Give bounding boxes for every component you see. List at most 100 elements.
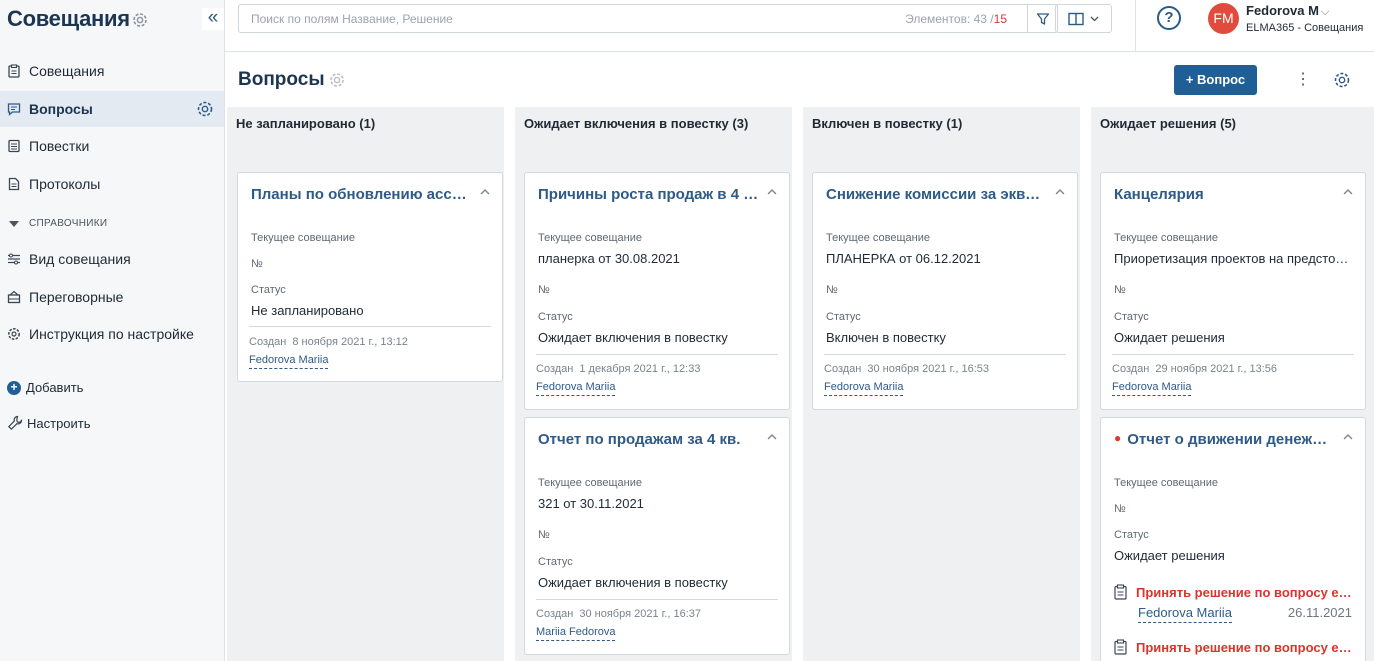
meeting-value[interactable]: 321 от 30.11.2021 <box>538 496 774 511</box>
chevron-up-icon[interactable] <box>1342 431 1354 443</box>
chevron-down-icon <box>1090 16 1099 21</box>
configure-label: Настроить <box>27 415 91 431</box>
section-references[interactable]: СПРАВОЧНИКИ <box>9 218 107 229</box>
card-title[interactable]: Снижение комиссии за эквайринг <box>826 186 1048 203</box>
element-count: Элементов: 43 /15 <box>905 12 1007 26</box>
filter-icon <box>1036 12 1049 25</box>
created-info: Создан 30 ноября 2021 г., 16:53 <box>824 363 989 375</box>
sidebar-item-meetings[interactable]: Совещания <box>0 53 224 89</box>
sidebar-item-label: Инструкция по настройке <box>29 326 194 342</box>
avatar[interactable]: FM <box>1208 3 1239 34</box>
sidebar-item-agendas[interactable]: Повестки <box>0 128 224 164</box>
chevron-up-icon[interactable] <box>479 186 491 198</box>
field-label: Статус <box>538 556 573 568</box>
created-info: Создан 29 ноября 2021 г., 13:56 <box>1112 363 1277 375</box>
gear-icon[interactable] <box>328 71 346 89</box>
task-clipboard-icon <box>1114 584 1127 600</box>
column-header: Включен в повестку (1) <box>812 116 963 131</box>
chevron-up-icon[interactable] <box>1342 186 1354 198</box>
task-title[interactable]: Принять решение по вопросу еще раз <box>1136 585 1354 600</box>
task-item[interactable]: Принять решение по вопросу еще раз <box>1114 584 1354 600</box>
sidebar-item-meeting-rooms[interactable]: Переговорные <box>0 279 224 315</box>
chevron-down-icon: ⌵ <box>1320 6 1330 18</box>
author-link[interactable]: Mariia Fedorova <box>536 626 616 641</box>
task-item[interactable]: Принять решение по вопросу еще раз <box>1114 639 1354 655</box>
meeting-value[interactable]: ПЛАНЕРКА от 06.12.2021 <box>826 251 1062 266</box>
question-card[interactable]: Канцелярия Текущее совещание Приоретизац… <box>1100 172 1366 410</box>
task-date: 26.11.2021 <box>1287 605 1352 620</box>
add-section-button[interactable]: + Добавить <box>7 380 83 395</box>
filter-button[interactable] <box>1027 4 1057 33</box>
created-info: Создан 30 ноября 2021 г., 16:37 <box>536 608 701 620</box>
more-options-icon[interactable]: ⋮ <box>1295 68 1311 92</box>
field-label: Статус <box>538 311 573 323</box>
author-link[interactable]: Fedorova Mariia <box>536 381 616 396</box>
document-icon <box>8 177 20 191</box>
add-label: Добавить <box>26 380 84 395</box>
user-menu[interactable]: Fedorova M ⌵ <box>1246 3 1329 19</box>
field-label: Текущее совещание <box>538 477 642 489</box>
sidebar-item-protocols[interactable]: Протоколы <box>0 166 224 202</box>
status-value: Включен в повестку <box>826 330 946 345</box>
view-mode-button[interactable] <box>1055 4 1112 33</box>
card-divider <box>249 326 491 327</box>
task-title[interactable]: Принять решение по вопросу еще раз <box>1136 640 1354 655</box>
question-card[interactable]: Отчет по продажам за 4 кв. Текущее совещ… <box>524 417 790 655</box>
chevron-up-icon[interactable] <box>766 431 778 443</box>
question-card[interactable]: Причины роста продаж в 4 кв. Текущее сов… <box>524 172 790 410</box>
meeting-value[interactable]: планерка от 30.08.2021 <box>538 251 774 266</box>
author-link[interactable]: Fedorova Mariia <box>249 354 329 369</box>
gear-icon <box>8 328 20 340</box>
search-input[interactable]: Поиск по полям Название, Решение Элемент… <box>238 4 1058 33</box>
column-header: Ожидает включения в повестку (3) <box>524 116 749 131</box>
sidebar: Совещания « Совещания Вопросы Повестки П… <box>0 0 225 661</box>
question-card[interactable]: ●Отчет о движении денежных средств Текущ… <box>1100 417 1366 661</box>
sidebar-item-meeting-type[interactable]: Вид совещания <box>0 241 224 277</box>
list-settings-icon <box>8 253 20 265</box>
author-link[interactable]: Fedorova Mariia <box>1112 381 1192 396</box>
kanban-column: Ожидает включения в повестку (3) Причины… <box>515 107 792 661</box>
topbar: Поиск по полям Название, Решение Элемент… <box>225 0 1374 52</box>
configure-button[interactable]: Настроить <box>7 415 91 431</box>
sidebar-item-questions[interactable]: Вопросы <box>0 91 224 127</box>
unread-dot-icon: ● <box>1114 431 1122 445</box>
field-label: Статус <box>1114 311 1149 323</box>
page-title: Вопросы <box>238 69 325 90</box>
card-title[interactable]: Причины роста продаж в 4 кв. <box>538 186 760 203</box>
question-card[interactable]: Планы по обновлению ассортимента Текущее… <box>237 172 503 382</box>
task-clipboard-icon <box>1114 639 1127 655</box>
gear-icon[interactable] <box>1333 71 1351 89</box>
card-title[interactable]: ●Отчет о движении денежных средств <box>1114 431 1336 448</box>
author-link[interactable]: Fedorova Mariia <box>824 381 904 396</box>
sidebar-item-label: Вид совещания <box>29 251 131 267</box>
sidebar-item-label: Вопросы <box>29 101 93 117</box>
field-label: № <box>538 284 550 296</box>
chevron-up-icon[interactable] <box>1054 186 1066 198</box>
task-author-link[interactable]: Fedorova Mariia <box>1138 605 1232 623</box>
chat-list-icon <box>7 103 21 116</box>
list-icon <box>8 139 20 153</box>
field-label: № <box>1114 284 1126 296</box>
gear-icon[interactable] <box>131 11 149 29</box>
field-label: Текущее совещание <box>1114 232 1218 244</box>
card-title[interactable]: Планы по обновлению ассортимента <box>251 186 473 203</box>
topbar-divider <box>1135 0 1136 52</box>
chevron-up-icon[interactable] <box>766 186 778 198</box>
app-title: Совещания <box>7 6 130 31</box>
section-label: СПРАВОЧНИКИ <box>29 218 108 229</box>
collapse-sidebar-button[interactable]: « <box>202 8 224 30</box>
sidebar-item-label: Совещания <box>29 63 105 79</box>
add-question-button[interactable]: + Вопрос <box>1174 65 1257 95</box>
card-divider <box>536 599 778 600</box>
question-card[interactable]: Снижение комиссии за эквайринг Текущее с… <box>812 172 1078 410</box>
clipboard-icon <box>8 64 20 78</box>
help-icon[interactable]: ? <box>1157 6 1181 30</box>
meeting-value[interactable]: Приоретизация проектов на предстоящий пе… <box>1114 251 1350 266</box>
status-value: Не запланировано <box>251 303 364 318</box>
gear-icon[interactable] <box>196 100 214 118</box>
sidebar-item-label: Протоколы <box>29 176 101 192</box>
card-divider <box>1112 354 1354 355</box>
card-title[interactable]: Канцелярия <box>1114 186 1336 203</box>
card-title[interactable]: Отчет по продажам за 4 кв. <box>538 431 760 448</box>
sidebar-item-setup-guide[interactable]: Инструкция по настройке <box>0 316 224 352</box>
